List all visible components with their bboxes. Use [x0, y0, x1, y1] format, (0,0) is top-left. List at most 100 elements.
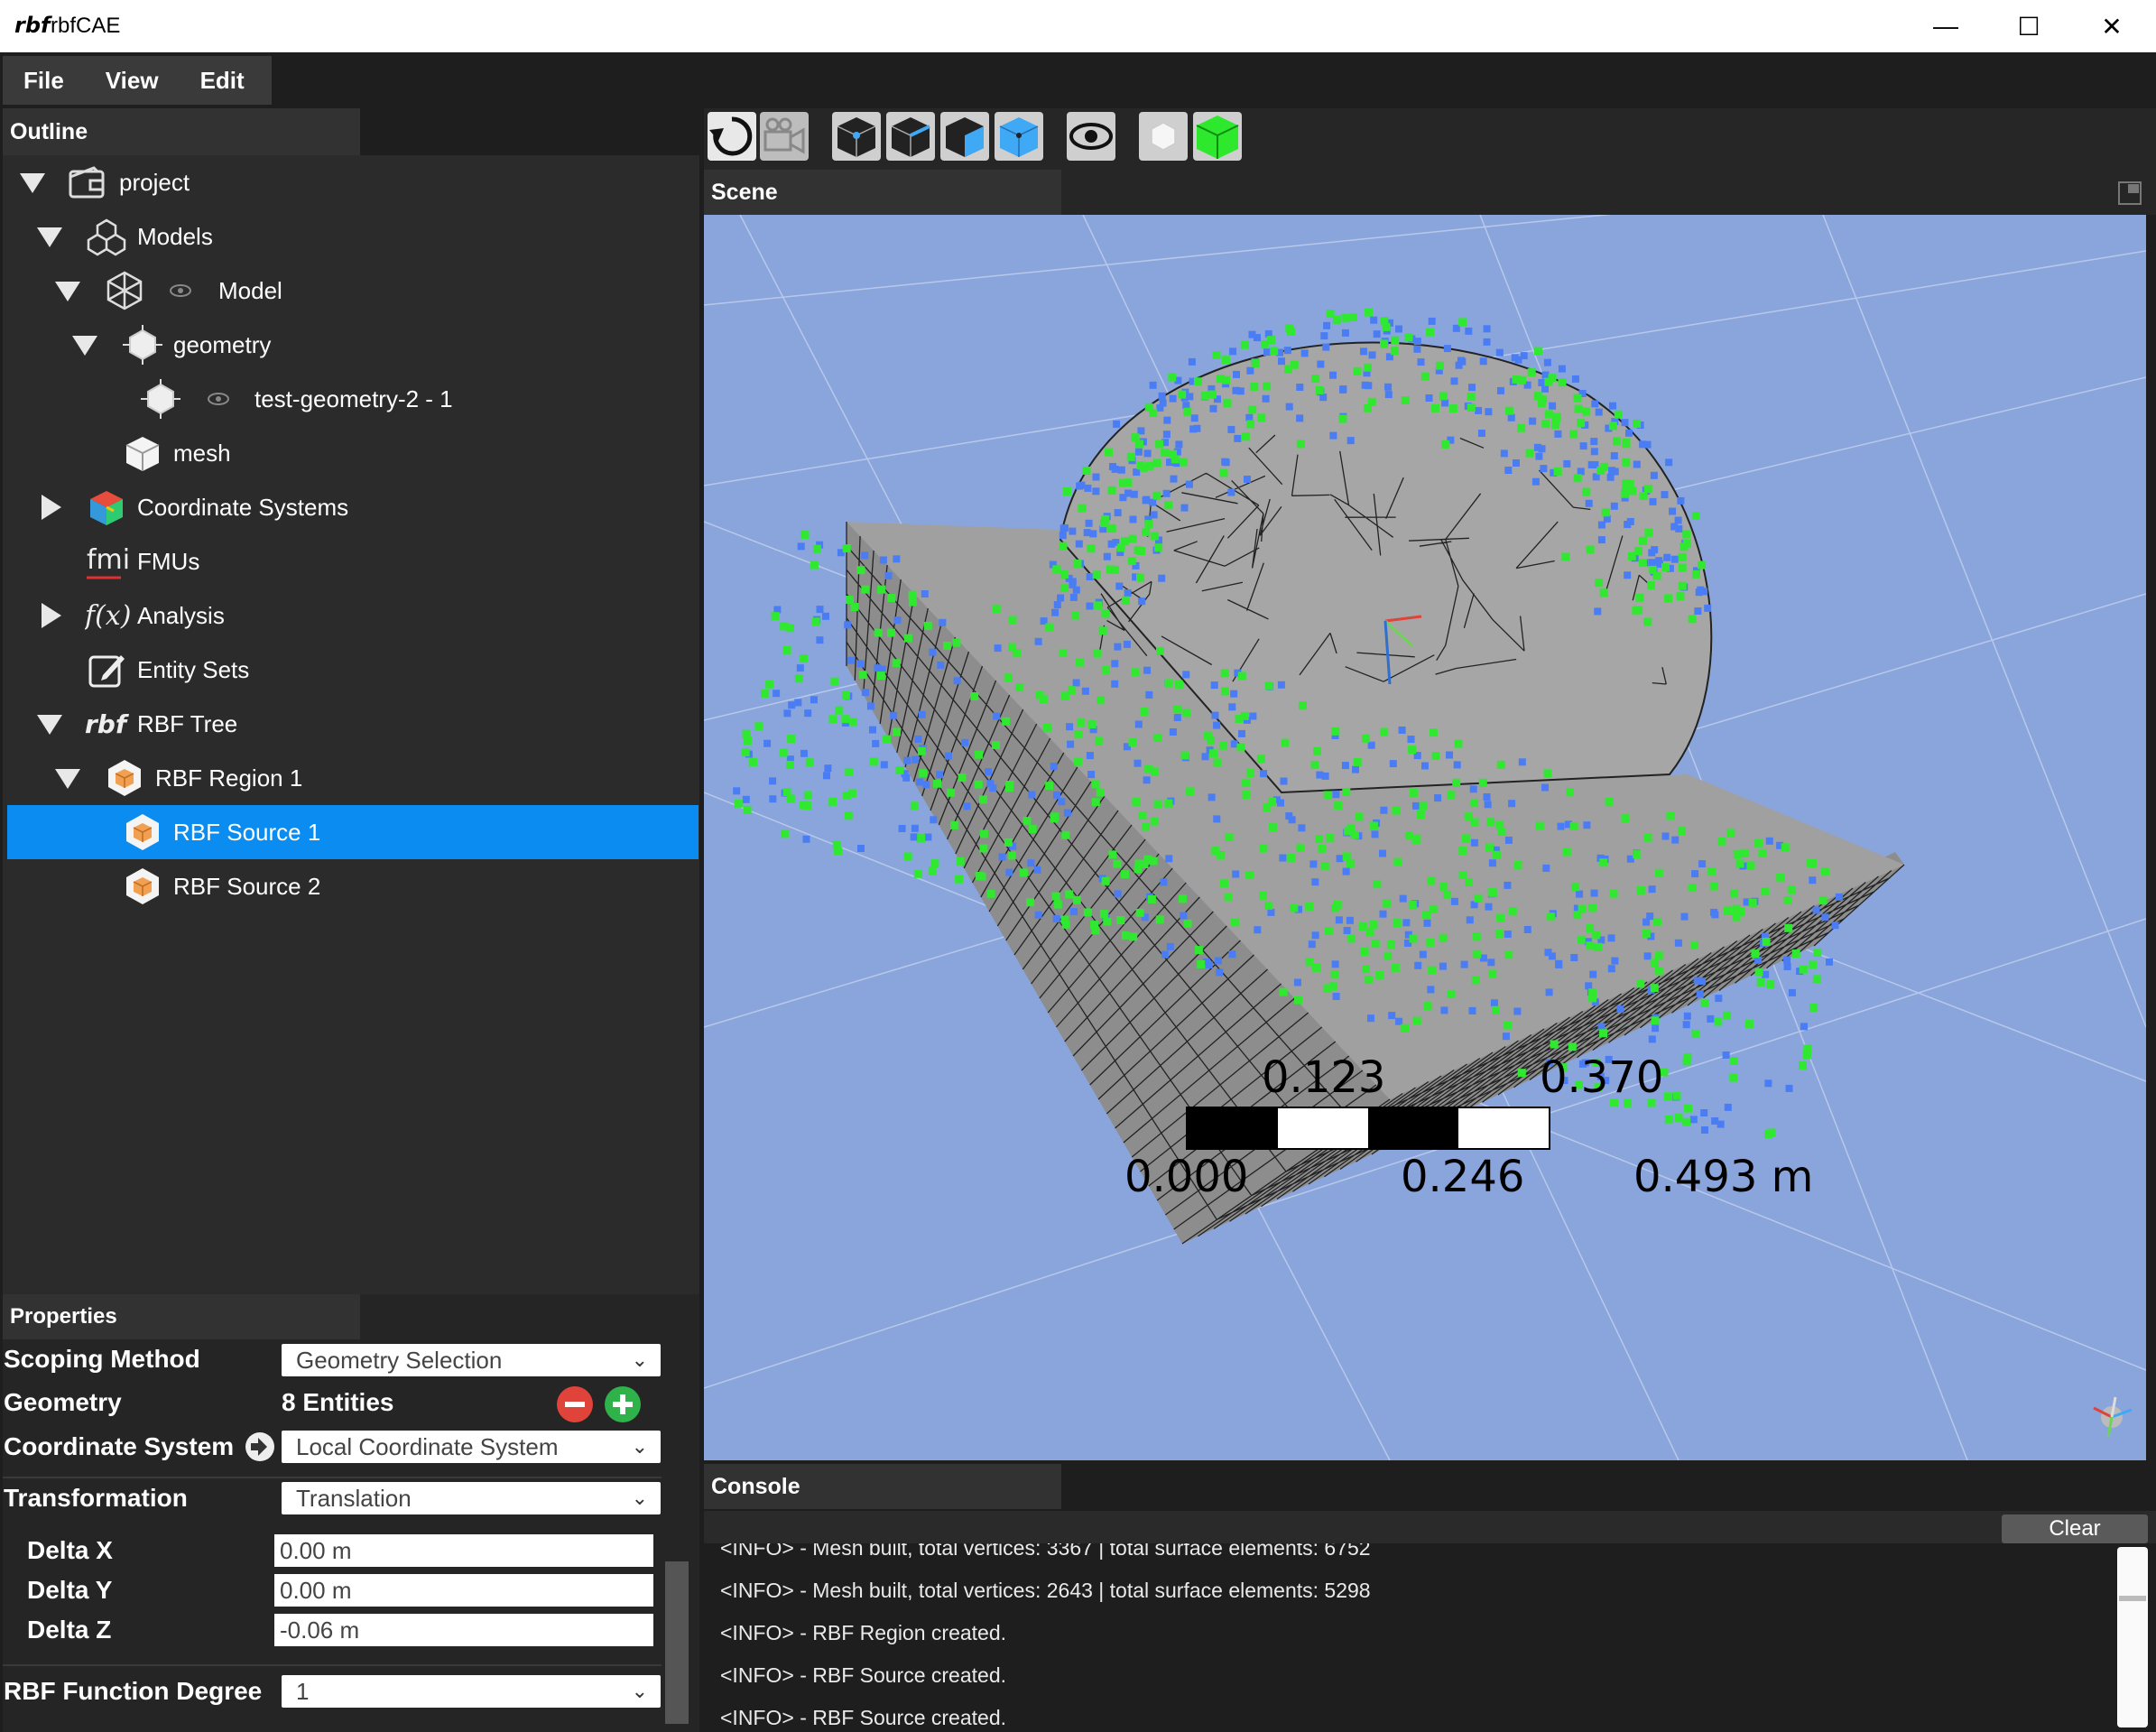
tree-item-entity-sets[interactable]: Entity Sets	[7, 643, 699, 697]
reset-view-icon[interactable]	[708, 112, 756, 161]
point-marker	[1107, 486, 1116, 495]
expand-arrow-icon[interactable]	[55, 769, 80, 789]
point-marker	[1678, 581, 1687, 590]
transformation-select[interactable]: Translation ⌄	[282, 1482, 661, 1514]
menu-view[interactable]: View	[85, 56, 180, 105]
point-marker	[856, 660, 865, 668]
point-marker	[953, 677, 961, 685]
point-marker	[765, 680, 774, 689]
point-marker	[1311, 375, 1320, 384]
point-marker	[1504, 881, 1512, 889]
point-marker	[943, 641, 952, 650]
delta-x-input[interactable]: 0.00 m	[274, 1534, 653, 1567]
point-marker	[1098, 626, 1107, 635]
collapse-arrow-icon[interactable]	[42, 603, 61, 628]
close-button[interactable]: ✕	[2070, 0, 2153, 52]
tree-item-model[interactable]: Model	[7, 264, 699, 318]
point-marker	[1124, 489, 1132, 497]
expand-arrow-icon[interactable]	[72, 336, 97, 356]
point-marker	[1683, 1052, 1692, 1061]
scene-3d-canvas[interactable]	[704, 215, 2146, 1460]
scene-viewport[interactable]: 0.123 0.370 0.000 0.246 0.493 m	[704, 215, 2146, 1460]
console-scrollbar[interactable]	[2117, 1547, 2148, 1727]
tree-item-project[interactable]: project	[7, 155, 699, 209]
visibility-eye-icon[interactable]	[168, 278, 193, 303]
add-entity-icon[interactable]	[604, 1385, 642, 1423]
delta-z-input[interactable]: -0.06 m	[274, 1614, 653, 1646]
rbf-function-degree-select[interactable]: 1 ⌄	[282, 1675, 661, 1708]
outline-header: Outline	[3, 108, 360, 155]
expand-arrow-icon[interactable]	[55, 282, 80, 301]
point-marker	[769, 795, 777, 803]
delta-y-input[interactable]: 0.00 m	[274, 1574, 653, 1607]
delta-z-label: Delta Z	[27, 1616, 112, 1644]
point-marker	[1296, 440, 1305, 449]
camera-icon[interactable]	[760, 112, 809, 161]
point-marker	[1329, 431, 1337, 440]
point-marker	[903, 634, 912, 643]
console-clear-button[interactable]: Clear	[2002, 1514, 2148, 1543]
tree-item-rbf-tree[interactable]: rbf RBF Tree	[7, 697, 699, 751]
show-mesh-icon[interactable]	[1193, 112, 1242, 161]
pick-coordinate-system-icon[interactable]	[244, 1431, 276, 1463]
orientation-triad-icon[interactable]	[2085, 1390, 2139, 1444]
tree-item-rbf-source-1[interactable]: RBF Source 1	[7, 805, 699, 859]
point-marker	[1015, 683, 1024, 692]
tree-item-coordinate-systems[interactable]: Coordinate Systems	[7, 480, 699, 534]
point-marker	[1502, 1033, 1510, 1041]
point-marker	[1582, 487, 1591, 496]
point-marker	[1132, 797, 1141, 806]
view-solid-icon[interactable]	[995, 112, 1043, 161]
remove-entity-icon[interactable]	[556, 1385, 594, 1423]
point-marker	[1401, 1023, 1410, 1033]
point-marker	[1545, 988, 1553, 996]
view-edges-icon[interactable]	[886, 112, 935, 161]
tree-item-analysis[interactable]: f(x) Analysis	[7, 588, 699, 643]
point-marker	[1335, 916, 1343, 924]
point-marker	[1549, 402, 1557, 410]
tree-item-mesh[interactable]: mesh	[7, 426, 699, 480]
point-marker	[1439, 392, 1448, 401]
expand-arrow-icon[interactable]	[37, 715, 62, 735]
minimize-button[interactable]: —	[1904, 0, 1987, 52]
float-panel-icon[interactable]	[2117, 181, 2142, 206]
point-marker	[1541, 420, 1550, 429]
tree-item-geometry[interactable]: geometry	[7, 318, 699, 372]
point-marker	[1492, 850, 1501, 859]
point-marker	[1086, 752, 1094, 760]
tree-item-models[interactable]: Models	[7, 209, 699, 264]
coordinate-system-select[interactable]: Local Coordinate System ⌄	[282, 1431, 661, 1463]
point-marker	[1173, 705, 1182, 714]
properties-scrollbar[interactable]	[665, 1561, 689, 1724]
point-marker	[1513, 860, 1522, 869]
point-marker	[1071, 611, 1080, 620]
tree-item-fmus[interactable]: fmi FMUs	[7, 534, 699, 588]
tree-item-rbf-region-1[interactable]: RBF Region 1	[7, 751, 699, 805]
point-marker	[1127, 557, 1136, 565]
menu-file[interactable]: File	[3, 56, 85, 105]
point-marker	[1115, 582, 1124, 590]
maximize-button[interactable]: ☐	[1987, 0, 2070, 52]
expand-arrow-icon[interactable]	[37, 227, 62, 247]
show-geometry-icon[interactable]	[1139, 112, 1188, 161]
view-vertices-icon[interactable]	[832, 112, 881, 161]
tree-item-test-geometry[interactable]: test-geometry-2 - 1	[7, 372, 699, 426]
point-marker	[910, 801, 919, 810]
point-marker	[1475, 406, 1483, 414]
point-marker	[1277, 681, 1285, 689]
geometry-value: 8 Entities	[282, 1388, 394, 1416]
tree-item-rbf-source-2[interactable]: RBF Source 2	[7, 859, 699, 913]
point-marker	[1092, 487, 1100, 496]
view-faces-icon[interactable]	[940, 112, 989, 161]
point-marker	[978, 795, 987, 804]
scoping-method-select[interactable]: Geometry Selection ⌄	[282, 1344, 661, 1376]
visibility-eye-icon[interactable]	[1067, 112, 1115, 161]
point-marker	[1154, 543, 1163, 552]
point-marker	[1350, 830, 1359, 839]
expand-arrow-icon[interactable]	[20, 173, 45, 193]
collapse-arrow-icon[interactable]	[42, 495, 61, 520]
point-marker	[1070, 908, 1078, 916]
point-marker	[1644, 528, 1653, 537]
menu-edit[interactable]: Edit	[180, 56, 265, 105]
visibility-eye-icon[interactable]	[206, 386, 231, 412]
